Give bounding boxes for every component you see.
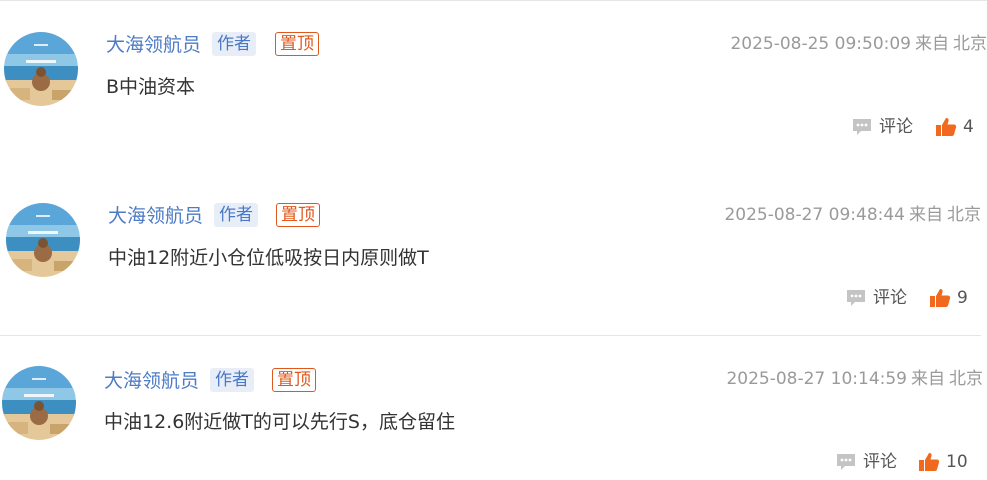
thumbs-up-icon: [935, 117, 957, 137]
username[interactable]: 大海领航员: [108, 203, 203, 229]
reply-button[interactable]: 评论: [835, 450, 897, 474]
reply-label: 评论: [873, 288, 907, 308]
speech-bubble-icon: [845, 288, 867, 308]
speech-bubble-icon: [835, 452, 857, 472]
pinned-badge: 置顶: [276, 203, 320, 227]
avatar-image: [6, 203, 80, 277]
source-prefix: 来自: [911, 369, 945, 389]
like-button[interactable]: 4: [935, 115, 974, 139]
reply-button[interactable]: 评论: [845, 286, 907, 310]
author-badge: 作者: [212, 32, 256, 56]
avatar[interactable]: [6, 203, 80, 277]
reply-button[interactable]: 评论: [851, 115, 913, 139]
comment-content: 中油12.6附近做T的可以先行S，底仓留住: [104, 411, 455, 433]
location: 北京: [949, 369, 983, 389]
divider: [0, 335, 981, 336]
source-prefix: 来自: [909, 205, 943, 225]
source-prefix: 来自: [915, 34, 949, 54]
location: 北京: [953, 34, 987, 54]
reply-label: 评论: [863, 452, 897, 472]
comment-content: B中油资本: [106, 76, 196, 98]
like-button[interactable]: 9: [929, 286, 968, 310]
avatar[interactable]: [2, 366, 76, 440]
username[interactable]: 大海领航员: [104, 368, 199, 394]
timestamp: 2025-08-27 09:48:44: [724, 205, 905, 225]
like-count: 10: [946, 452, 968, 472]
timestamp: 2025-08-25 09:50:09: [730, 34, 911, 54]
comment-content: 中油12附近小仓位低吸按日内原则做T: [108, 247, 429, 269]
author-badge: 作者: [214, 203, 258, 227]
comment-meta: 2025-08-27 10:14:59 来自 北京: [726, 367, 983, 391]
avatar-image: [2, 366, 76, 440]
speech-bubble-icon: [851, 117, 873, 137]
reply-label: 评论: [879, 117, 913, 137]
author-badge: 作者: [210, 368, 254, 392]
pinned-badge: 置顶: [272, 368, 316, 392]
like-button[interactable]: 10: [918, 450, 968, 474]
location: 北京: [947, 205, 981, 225]
username[interactable]: 大海领航员: [106, 32, 201, 58]
comment-meta: 2025-08-25 09:50:09 来自 北京: [730, 32, 987, 56]
pinned-badge: 置顶: [275, 32, 319, 56]
like-count: 4: [963, 117, 974, 137]
comment-meta: 2025-08-27 09:48:44 来自 北京: [724, 203, 981, 227]
thumbs-up-icon: [929, 288, 951, 308]
timestamp: 2025-08-27 10:14:59: [726, 369, 907, 389]
comment-feed: 大海领航员 作者 置顶 2025-08-25 09:50:09 来自 北京 B中油资…: [0, 0, 987, 480]
thumbs-up-icon: [918, 452, 940, 472]
like-count: 9: [957, 288, 968, 308]
divider: [0, 0, 987, 1]
avatar-image: [4, 32, 78, 106]
avatar[interactable]: [4, 32, 78, 106]
